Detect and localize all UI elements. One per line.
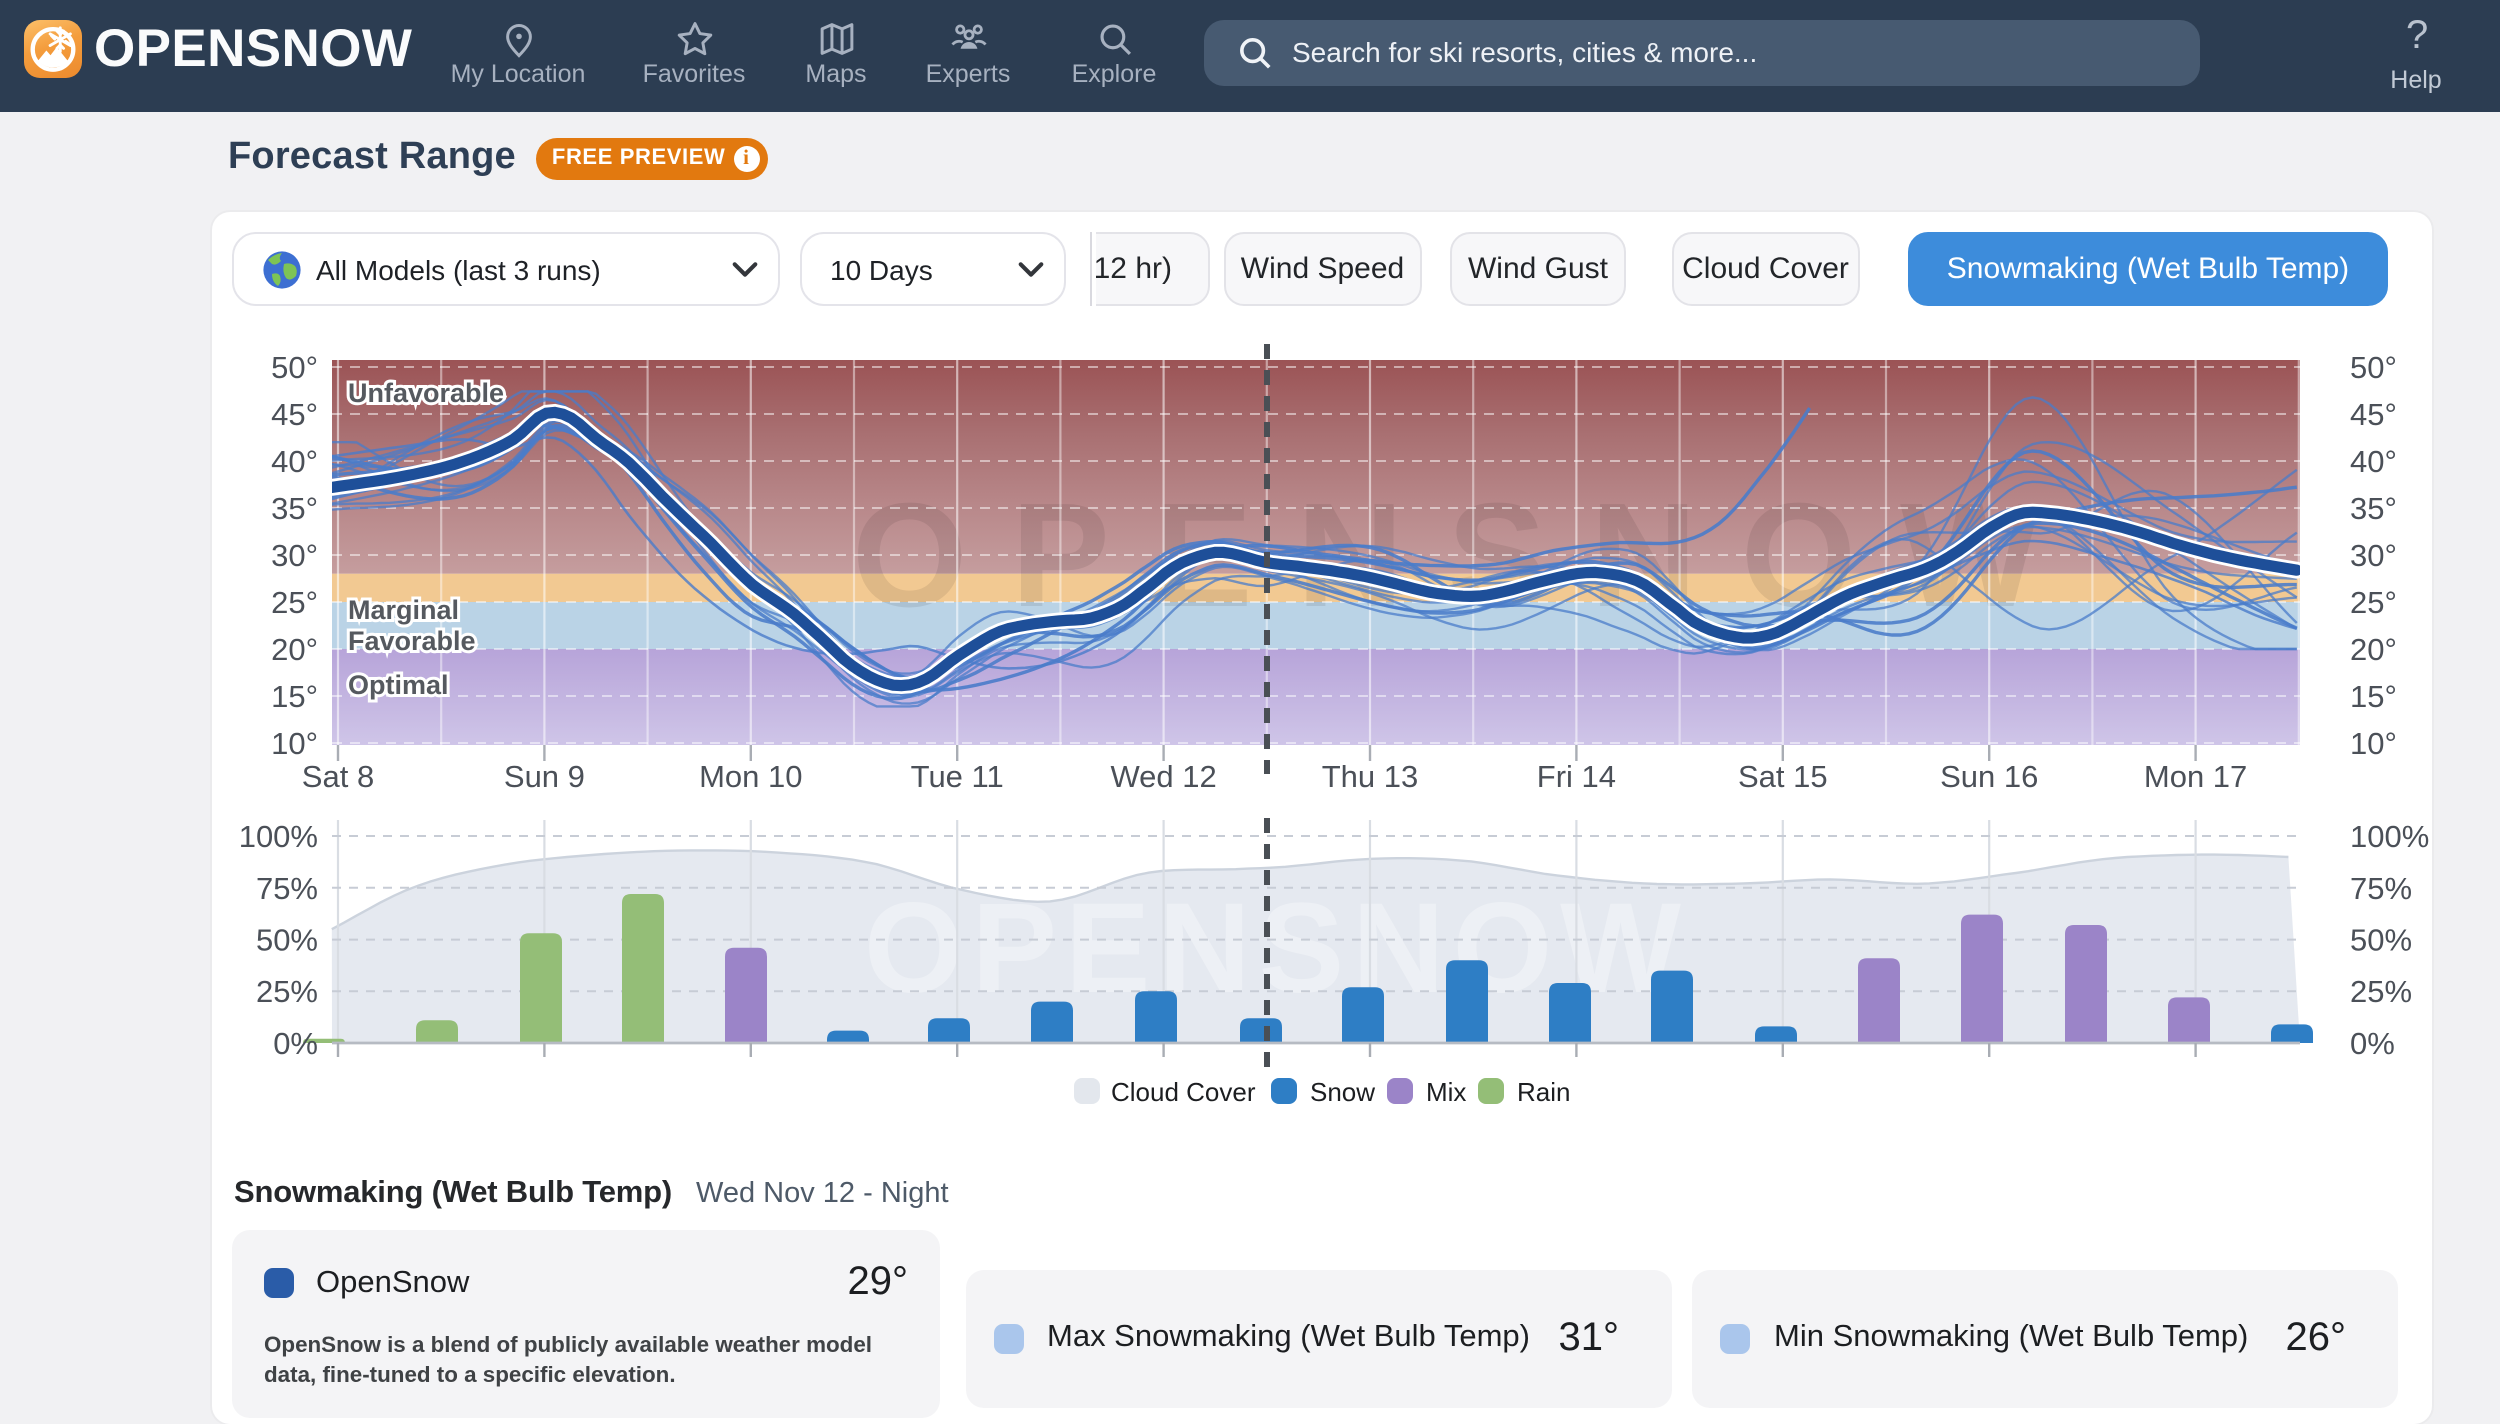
svg-text:Thu 13: Thu 13 [1322,759,1419,794]
svg-text:Tue 11: Tue 11 [911,759,1004,794]
svg-text:25°: 25° [2350,585,2397,620]
svg-text:Mon 17: Mon 17 [2144,759,2247,794]
svg-text:Optimal: Optimal [348,670,449,700]
svg-text:Mix: Mix [1426,1077,1466,1107]
svg-text:100%: 100% [2350,819,2429,854]
svg-text:Snow: Snow [1310,1077,1375,1107]
svg-text:Fri 14: Fri 14 [1537,759,1616,794]
svg-text:30°: 30° [2350,538,2397,573]
svg-text:Mon 10: Mon 10 [699,759,802,794]
svg-text:Rain: Rain [1517,1077,1570,1107]
svg-text:Sun 16: Sun 16 [1940,759,2038,794]
svg-text:20°: 20° [271,632,318,667]
svg-text:75%: 75% [2350,871,2412,906]
svg-text:0%: 0% [273,1026,318,1061]
svg-text:20°: 20° [2350,632,2397,667]
svg-text:35°: 35° [2350,491,2397,526]
svg-text:15°: 15° [2350,679,2397,714]
svg-text:Marginal: Marginal [348,595,459,625]
svg-text:100%: 100% [239,819,318,854]
svg-text:40°: 40° [271,444,318,479]
svg-text:25%: 25% [256,974,318,1009]
svg-text:Sun 9: Sun 9 [504,759,585,794]
svg-text:Wed 12: Wed 12 [1110,759,1216,794]
svg-text:Sat 15: Sat 15 [1738,759,1828,794]
svg-text:50°: 50° [2350,350,2397,385]
svg-text:45°: 45° [2350,397,2397,432]
svg-text:10°: 10° [2350,726,2397,761]
svg-text:35°: 35° [271,491,318,526]
svg-text:40°: 40° [2350,444,2397,479]
svg-text:25°: 25° [271,585,318,620]
svg-text:50%: 50% [2350,922,2412,957]
svg-text:45°: 45° [271,397,318,432]
svg-text:30°: 30° [271,538,318,573]
svg-text:15°: 15° [271,679,318,714]
svg-text:Sat 8: Sat 8 [302,759,374,794]
svg-text:75%: 75% [256,871,318,906]
svg-text:Unfavorable: Unfavorable [348,378,504,408]
svg-text:Favorable: Favorable [348,626,476,656]
svg-text:0%: 0% [2350,1026,2395,1061]
svg-text:50%: 50% [256,922,318,957]
svg-text:10°: 10° [271,726,318,761]
svg-text:50°: 50° [271,350,318,385]
svg-text:Cloud Cover: Cloud Cover [1111,1077,1256,1107]
svg-text:25%: 25% [2350,974,2412,1009]
